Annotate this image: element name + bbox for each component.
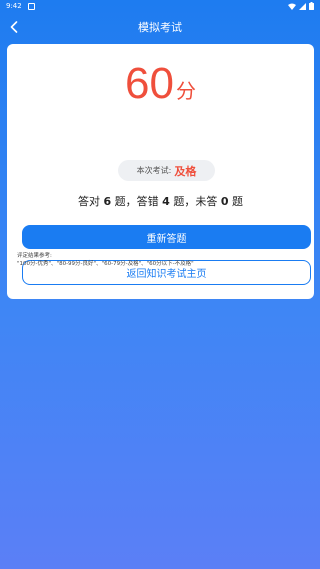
- criteria-note: 评定结果参考: "100分-优秀"、"80-99分-良好"、"60-79分-及格…: [17, 252, 307, 268]
- criteria-title: 评定结果参考:: [17, 253, 52, 259]
- criteria-text: "100分-优秀"、"80-99分-良好"、"60-79分-及格"、"60分以下…: [17, 261, 194, 267]
- status-bar: 9:42: [0, 0, 320, 12]
- score-display: 60 分: [7, 62, 314, 106]
- exam-result-value: 及格: [174, 164, 197, 178]
- status-right: [288, 2, 314, 10]
- stats-prefix: 答对: [78, 195, 104, 208]
- stats-mid1: 题，答错: [111, 195, 163, 208]
- score-value: 60: [125, 59, 174, 108]
- score-unit: 分: [175, 79, 196, 103]
- exam-result-badge: 本次考试: 及格: [118, 160, 215, 181]
- back-button[interactable]: [4, 17, 24, 37]
- status-time: 9:42: [6, 2, 22, 10]
- answer-stats: 答对 6 题，答错 4 题，未答 0 题: [7, 193, 314, 209]
- exam-result-label: 本次考试:: [136, 166, 172, 175]
- wifi-icon: [288, 3, 296, 10]
- chevron-left-icon: [10, 21, 18, 33]
- battery-icon: [309, 2, 314, 10]
- stats-mid2: 题，未答: [169, 195, 221, 208]
- stats-suffix: 题: [228, 195, 243, 208]
- nav-bar: 模拟考试: [0, 12, 320, 42]
- wrong-count: 4: [162, 195, 170, 208]
- status-left: 9:42: [6, 2, 35, 10]
- notification-icon: [27, 2, 35, 10]
- retry-button[interactable]: 重新答题: [22, 225, 311, 249]
- signal-icon: [299, 2, 306, 10]
- page-title: 模拟考试: [138, 21, 182, 34]
